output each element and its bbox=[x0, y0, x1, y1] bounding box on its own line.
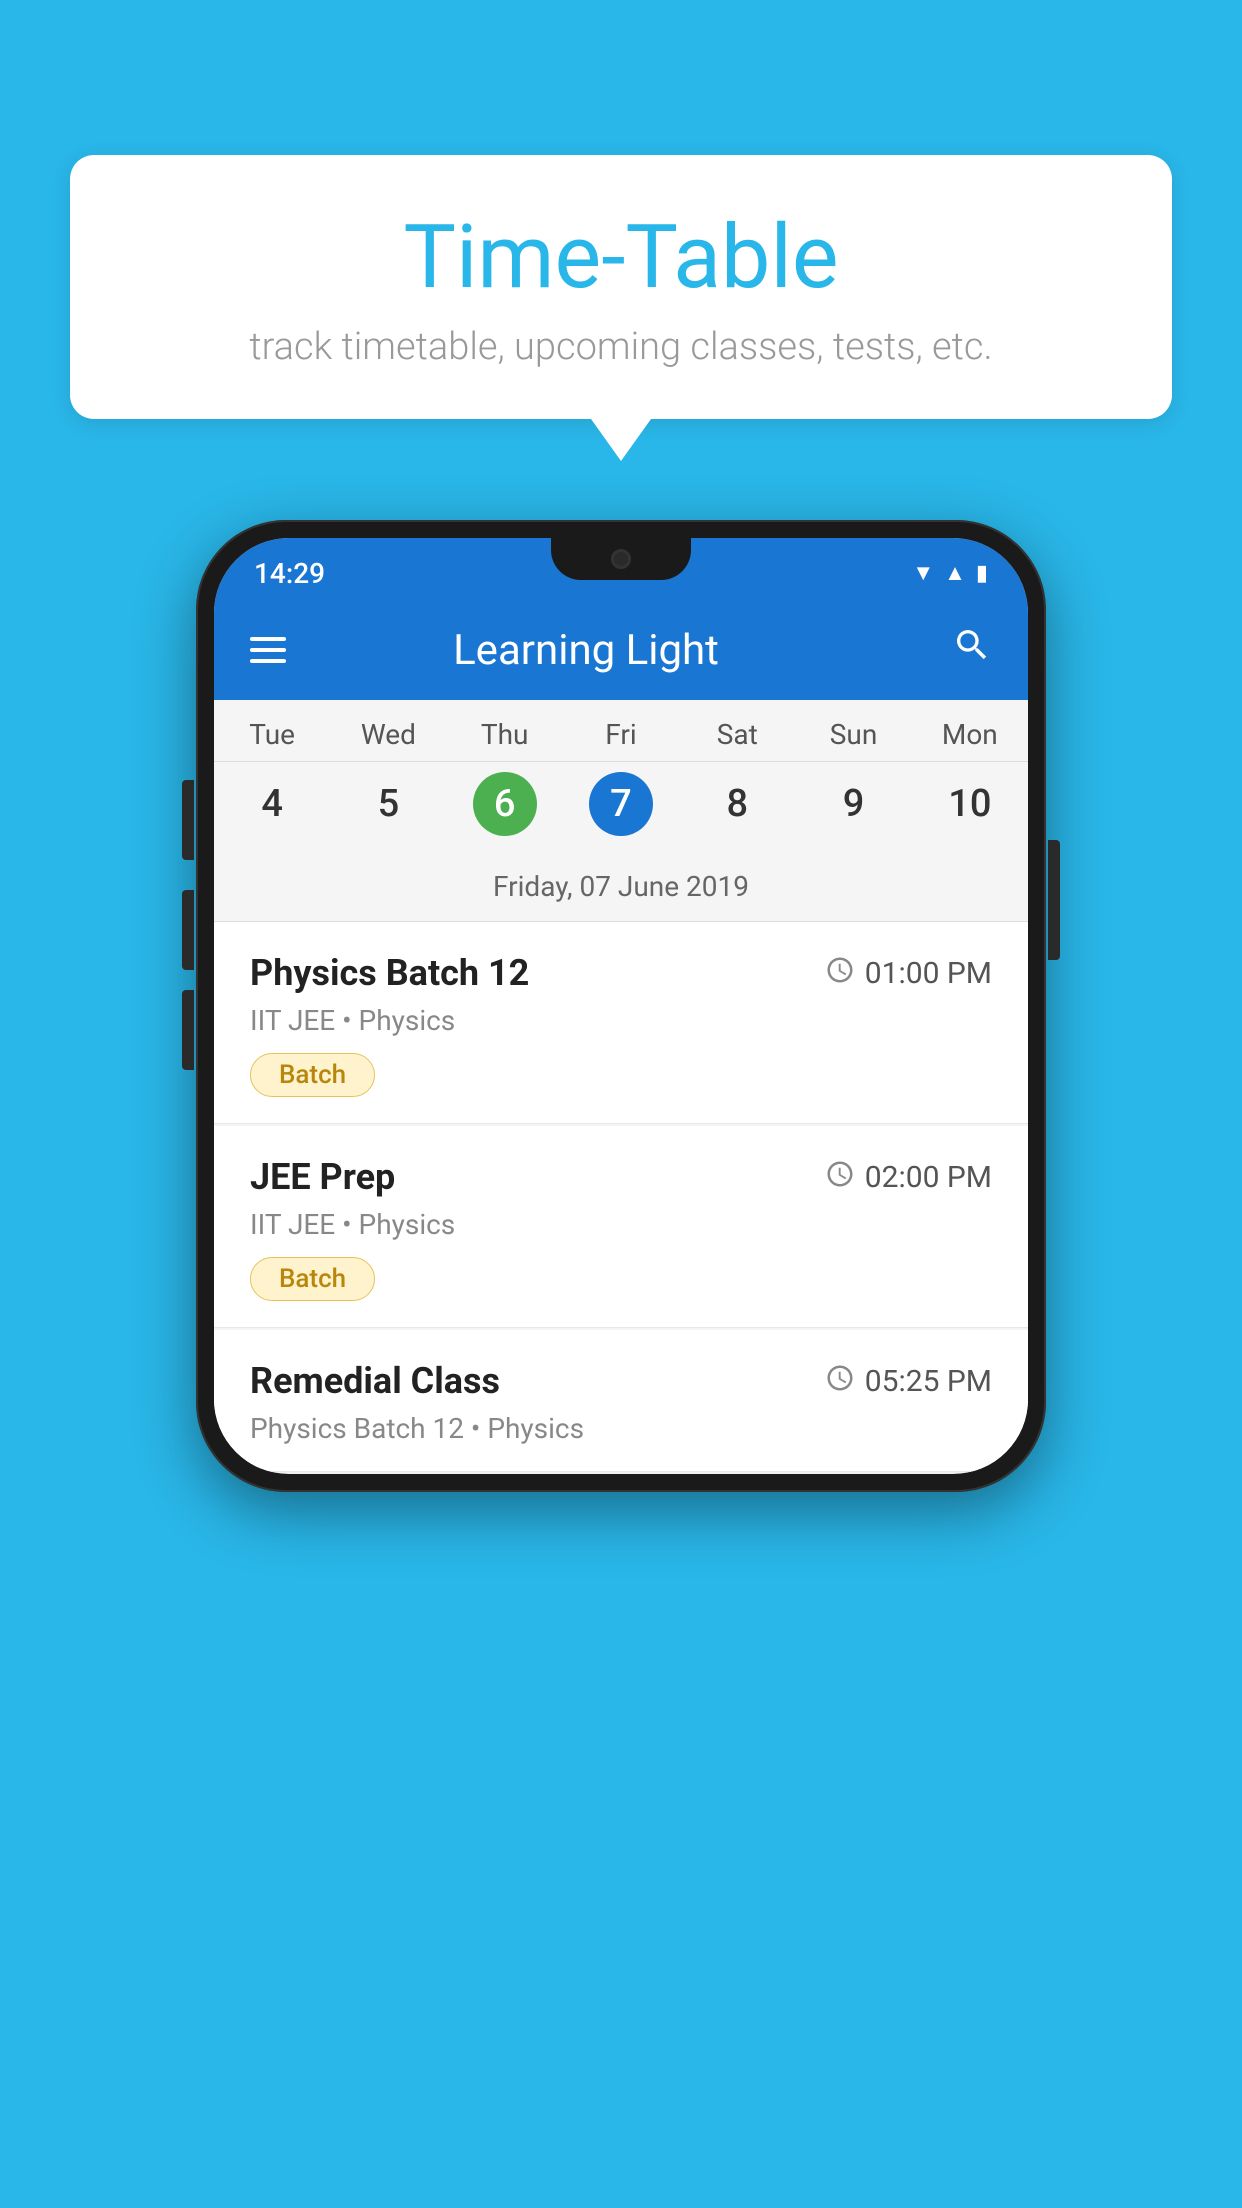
status-icons: ▼ ▲ ▮ bbox=[912, 560, 988, 586]
schedule-time-text-1: 01:00 PM bbox=[865, 956, 992, 991]
cal-header-tue: Tue bbox=[214, 700, 330, 761]
calendar-section: Tue Wed Thu Fri Sat Sun Mon 4 5 bbox=[214, 700, 1028, 922]
schedule-item-1[interactable]: Physics Batch 12 01:00 PM IIT JEE • Phys… bbox=[214, 922, 1028, 1124]
schedule-item-header-2: JEE Prep 02:00 PM bbox=[250, 1156, 992, 1198]
front-camera bbox=[611, 549, 631, 569]
schedule-item-3[interactable]: Remedial Class 05:25 PM Physics Batch 12… bbox=[214, 1330, 1028, 1472]
batch-badge-2: Batch bbox=[250, 1257, 375, 1301]
schedule-time-text-2: 02:00 PM bbox=[865, 1160, 992, 1195]
schedule-time-1: 01:00 PM bbox=[825, 955, 992, 992]
calendar-days-header: Tue Wed Thu Fri Sat Sun Mon bbox=[214, 700, 1028, 762]
schedule-list: Physics Batch 12 01:00 PM IIT JEE • Phys… bbox=[214, 922, 1028, 1472]
tooltip-subtitle: track timetable, upcoming classes, tests… bbox=[130, 325, 1112, 369]
schedule-title-2: JEE Prep bbox=[250, 1156, 395, 1198]
schedule-item-header-3: Remedial Class 05:25 PM bbox=[250, 1360, 992, 1402]
batch-badge-1: Batch bbox=[250, 1053, 375, 1097]
wifi-icon: ▼ bbox=[912, 560, 934, 586]
phone-notch bbox=[551, 538, 691, 580]
cal-day-9[interactable]: 9 bbox=[795, 762, 911, 846]
schedule-title-3: Remedial Class bbox=[250, 1360, 500, 1402]
schedule-sub-1: IIT JEE • Physics bbox=[250, 1004, 992, 1037]
cal-header-sun: Sun bbox=[795, 700, 911, 761]
signal-icon: ▲ bbox=[944, 560, 966, 586]
cal-header-thu: Thu bbox=[447, 700, 563, 761]
app-bar: Learning Light bbox=[214, 600, 1028, 700]
app-title: Learning Light bbox=[316, 626, 922, 675]
phone-container: 14:29 ▼ ▲ ▮ Learning Light bbox=[196, 520, 1046, 1492]
cal-header-sat: Sat bbox=[679, 700, 795, 761]
clock-icon-3 bbox=[825, 1363, 855, 1400]
tooltip-card: Time-Table track timetable, upcoming cla… bbox=[70, 155, 1172, 419]
hamburger-menu-button[interactable] bbox=[250, 637, 286, 663]
cal-header-mon: Mon bbox=[912, 700, 1028, 761]
schedule-sub-2: IIT JEE • Physics bbox=[250, 1208, 992, 1241]
schedule-time-text-3: 05:25 PM bbox=[865, 1364, 992, 1399]
battery-icon: ▮ bbox=[976, 561, 988, 586]
schedule-item-2[interactable]: JEE Prep 02:00 PM IIT JEE • Physics Batc… bbox=[214, 1126, 1028, 1328]
cal-day-5[interactable]: 5 bbox=[330, 762, 446, 846]
cal-day-6-today[interactable]: 6 bbox=[447, 762, 563, 846]
search-button[interactable] bbox=[952, 625, 992, 675]
status-time: 14:29 bbox=[254, 557, 325, 590]
cal-header-wed: Wed bbox=[330, 700, 446, 761]
schedule-item-header-1: Physics Batch 12 01:00 PM bbox=[250, 952, 992, 994]
schedule-title-1: Physics Batch 12 bbox=[250, 952, 529, 994]
phone-outer: 14:29 ▼ ▲ ▮ Learning Light bbox=[196, 520, 1046, 1492]
calendar-dates-row: 4 5 6 7 8 9 bbox=[214, 762, 1028, 856]
tooltip-title: Time-Table bbox=[130, 210, 1112, 307]
cal-day-8[interactable]: 8 bbox=[679, 762, 795, 846]
clock-icon-2 bbox=[825, 1159, 855, 1196]
cal-header-fri: Fri bbox=[563, 700, 679, 761]
cal-day-4[interactable]: 4 bbox=[214, 762, 330, 846]
clock-icon-1 bbox=[825, 955, 855, 992]
cal-day-10[interactable]: 10 bbox=[912, 762, 1028, 846]
schedule-time-3: 05:25 PM bbox=[825, 1363, 992, 1400]
cal-day-7-selected[interactable]: 7 bbox=[563, 762, 679, 846]
schedule-time-2: 02:00 PM bbox=[825, 1159, 992, 1196]
phone-screen: 14:29 ▼ ▲ ▮ Learning Light bbox=[214, 538, 1028, 1474]
schedule-sub-3: Physics Batch 12 • Physics bbox=[250, 1412, 992, 1445]
selected-date-label: Friday, 07 June 2019 bbox=[214, 856, 1028, 922]
